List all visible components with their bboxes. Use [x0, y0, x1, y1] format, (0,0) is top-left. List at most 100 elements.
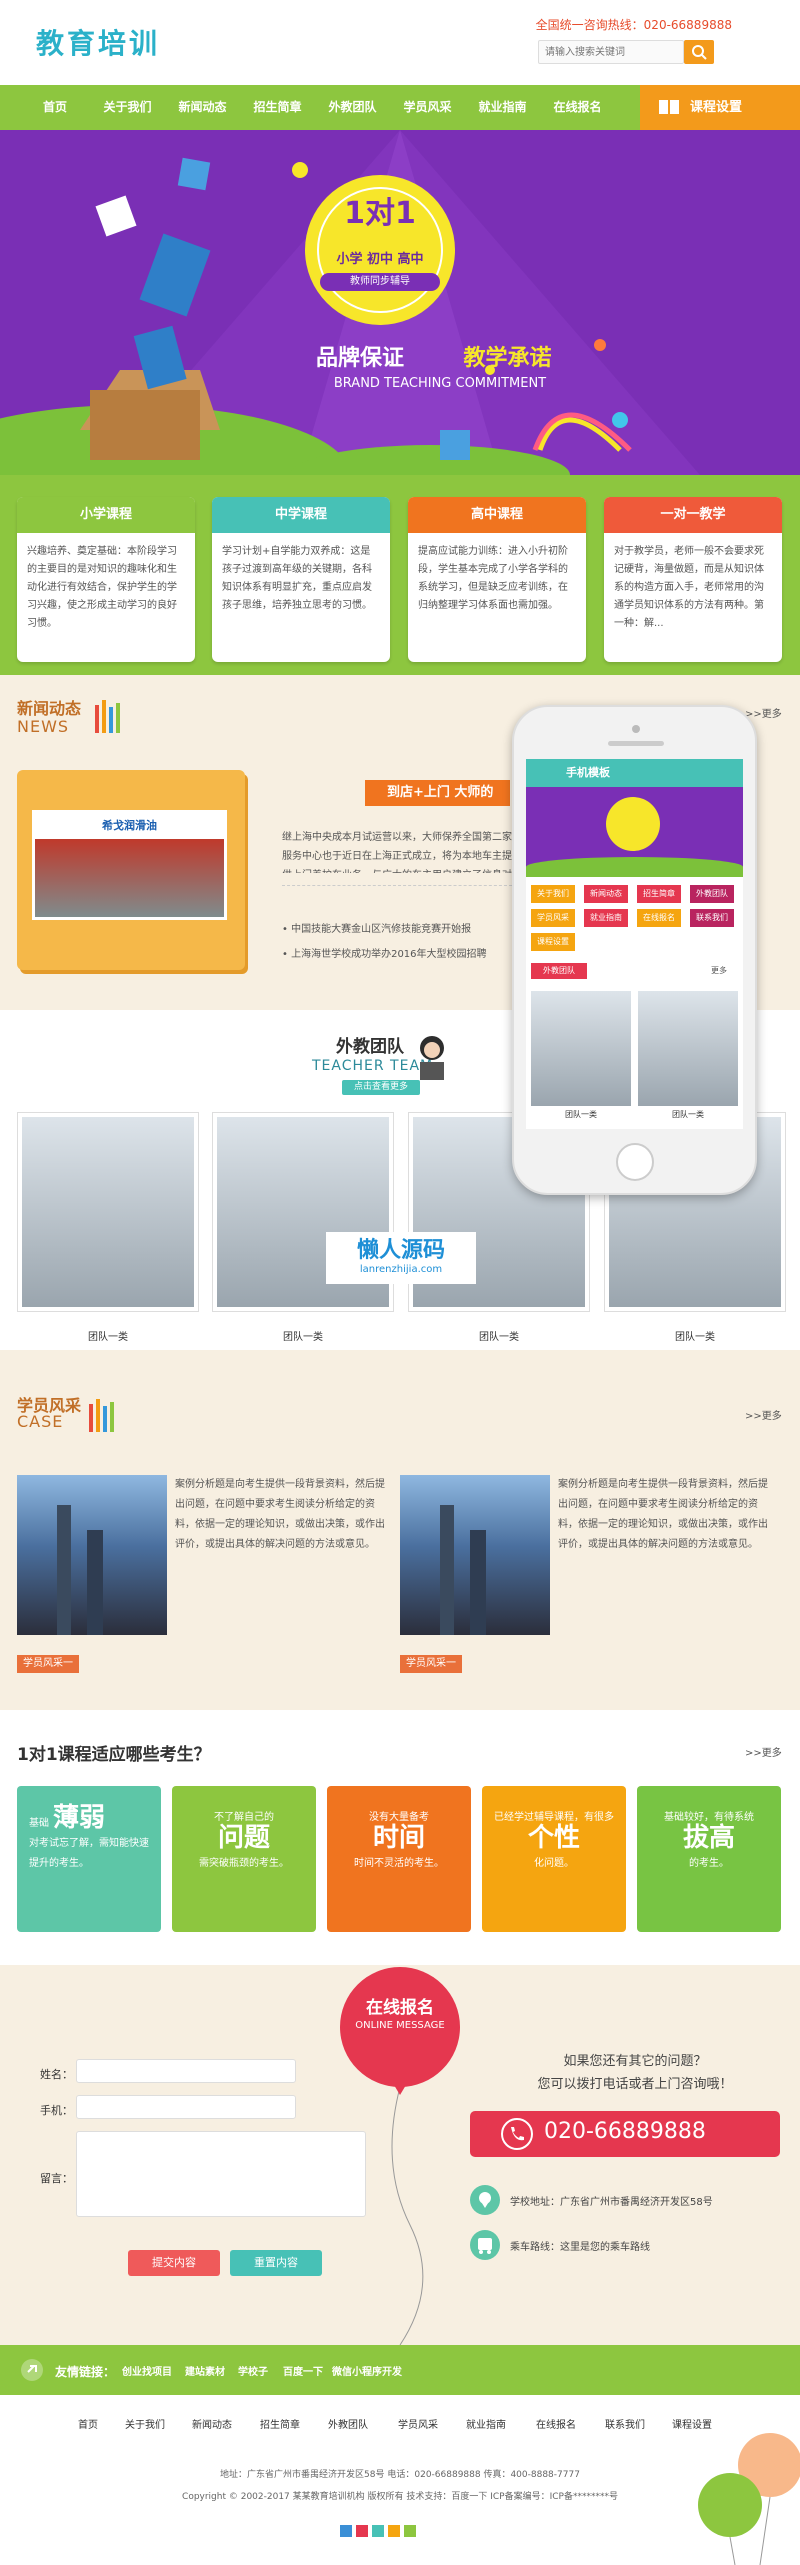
phone-banner [526, 787, 743, 877]
cases-more-link[interactable]: >>更多 [745, 1407, 782, 1422]
suitable-pre: 没有大量备考 [369, 1812, 429, 1823]
phone-menu-item[interactable]: 就业指南 [584, 909, 628, 927]
suitable-post: 对考试忘了解，需知能快速提升的考生。 [29, 1838, 149, 1869]
phone-teacher-photo[interactable] [638, 991, 738, 1106]
footer-nav-item[interactable]: 新闻动态 [192, 2416, 232, 2431]
hero-banner[interactable]: 1对1 小学 初中 高中 教师同步辅导 品牌保证 教学承诺 BRAND TEAC… [0, 130, 800, 475]
phone-tab[interactable]: 外教团队 [531, 963, 587, 979]
phone-teacher-caption: 团队一类 [565, 1110, 597, 1119]
suitable-big: 问题 [217, 1823, 270, 1853]
cases-section: 学员风采 CASE >>更多 案例分析题是向考生提供一段背景资料，然后提出问题，… [0, 1350, 800, 1710]
suitable-post: 化问题。 [534, 1858, 574, 1869]
teacher-caption: 团队一类 [479, 1332, 519, 1343]
friend-link[interactable]: 学校子 [238, 2363, 268, 2378]
course-card-text: 提高应试能力训练：进入小升初阶段，学生基本完成了小学各学科的系统学习，但是缺乏应… [418, 546, 568, 611]
footer-nav-item[interactable]: 在线报名 [536, 2416, 576, 2431]
phone-teacher-photo[interactable] [531, 991, 631, 1106]
suitable-card[interactable]: 基础 薄弱 对考试忘了解，需知能快速提升的考生。 [17, 1786, 161, 1932]
news-more-link[interactable]: >>更多 [745, 705, 782, 720]
friend-links-label: 友情链接： [55, 2365, 116, 2379]
news-photo-image [35, 839, 224, 917]
friend-link[interactable]: 创业找项目 [122, 2363, 172, 2378]
phone-screen: 手机模板 关于我们 新闻动态 招生简章 外教团队 学员风采 就业指南 在线报名 … [526, 759, 743, 1129]
footer-nav-item[interactable]: 关于我们 [125, 2416, 165, 2431]
case-text: 案例分析题是向考生提供一段背景资料，然后提出问题，在问题中要求考生阅读分析给定的… [558, 1479, 768, 1550]
nav-course-settings[interactable]: 课程设置 [640, 85, 800, 130]
footer-share-icons[interactable] [340, 2525, 460, 2539]
news-list-item[interactable]: • 上海海世学校成功举办2016年大型校园招聘 [282, 945, 487, 960]
course-card[interactable]: 一对一教学 对于教学员，老师一般不会要求死记硬背，海量做题，而是从知识体系的构造… [604, 497, 782, 662]
course-card[interactable]: 中学课程 学习计划+自学能力双养成：这是孩子过渡到高年级的关键期，各科知识体系有… [212, 497, 390, 662]
site-header: 教育培训 全国统一咨询热线：020-66889888 [0, 0, 800, 85]
news-featured-title[interactable]: 到店+上门 大师的 [365, 780, 510, 806]
phone-menu-item[interactable]: 联系我们 [690, 909, 734, 927]
nav-about[interactable]: 关于我们 [90, 85, 165, 130]
case-tag[interactable]: 学员风采一 [400, 1655, 462, 1673]
name-field[interactable] [76, 2059, 296, 2083]
phone-mockup: 手机模板 关于我们 新闻动态 招生简章 外教团队 学员风采 就业指南 在线报名 … [512, 705, 757, 1195]
teacher-caption: 团队一类 [675, 1332, 715, 1343]
phone-field[interactable] [76, 2095, 296, 2119]
phone-call-button[interactable]: 020-66889888 [470, 2111, 780, 2157]
suitable-section: 1对1课程适应哪些考生？ >>更多 基础 薄弱 对考试忘了解，需知能快速提升的考生。… [0, 1710, 800, 1965]
footer-nav-item[interactable]: 外教团队 [328, 2416, 368, 2431]
message-textarea[interactable] [76, 2131, 366, 2217]
search-input[interactable] [538, 40, 684, 64]
friend-link[interactable]: 微信小程序开发 [332, 2363, 402, 2378]
message-section: 在线报名 ONLINE MESSAGE 姓名： 手机： 留言： 提交内容 重置内… [0, 1965, 800, 2345]
footer-nav-item[interactable]: 首页 [78, 2416, 98, 2431]
phone-menu-item[interactable]: 课程设置 [531, 933, 575, 951]
nav-students[interactable]: 学员风采 [390, 85, 465, 130]
phone-menu-item[interactable]: 新闻动态 [584, 885, 628, 903]
footer-nav-item[interactable]: 就业指南 [466, 2416, 506, 2431]
teacher-card[interactable] [17, 1112, 199, 1312]
suitable-card[interactable]: 不了解自己的 问题 需突破瓶颈的考生。 [172, 1786, 316, 1932]
watermark-text: 懒人源码 [356, 1238, 445, 1263]
reset-button[interactable]: 重置内容 [230, 2250, 322, 2276]
nav-news[interactable]: 新闻动态 [165, 85, 240, 130]
phone-menu-item[interactable]: 在线报名 [637, 909, 681, 927]
suitable-card[interactable]: 已经学过辅导课程，有很多 个性 化问题。 [482, 1786, 626, 1932]
suitable-card[interactable]: 没有大量备考 时间 时间不灵活的考生。 [327, 1786, 471, 1932]
footer-nav-item[interactable]: 招生简章 [260, 2416, 300, 2431]
course-card-text: 兴趣培养、奠定基础：本阶段学习的主要目的是对知识的趣味化和生动化进行有效结合，保… [27, 546, 177, 629]
suitable-post: 时间不灵活的考生。 [354, 1858, 444, 1869]
nav-jobs[interactable]: 就业指南 [465, 85, 540, 130]
nav-teachers[interactable]: 外教团队 [315, 85, 390, 130]
teachers-more-button[interactable]: 点击查看更多 [342, 1080, 421, 1095]
teacher-caption: 团队一类 [283, 1332, 323, 1343]
footer-nav-item[interactable]: 学员风采 [398, 2416, 438, 2431]
news-photo[interactable]: 希戈润滑油 [32, 810, 227, 920]
nav-enroll[interactable]: 招生简章 [240, 85, 315, 130]
course-card[interactable]: 小学课程 兴趣培养、奠定基础：本阶段学习的主要目的是对知识的趣味化和生动化进行有… [17, 497, 195, 662]
search-button[interactable] [684, 40, 714, 64]
course-card[interactable]: 高中课程 提高应试能力训练：进入小升初阶段，学生基本完成了小学各学科的系统学习，… [408, 497, 586, 662]
friend-link[interactable]: 建站素材 [185, 2363, 225, 2378]
nav-home[interactable]: 首页 [20, 85, 90, 130]
suitable-card[interactable]: 基础较好，有待系统 拔高 的考生。 [637, 1786, 781, 1932]
course-card-title: 一对一教学 [604, 497, 782, 533]
phone-menu-item[interactable]: 学员风采 [531, 909, 575, 927]
phone-menu-item[interactable]: 招生简章 [637, 885, 681, 903]
case-photo[interactable] [17, 1475, 167, 1635]
friend-link[interactable]: 百度一下 [283, 2363, 323, 2378]
phone-label: 手机： [40, 2104, 73, 2117]
nav-signup[interactable]: 在线报名 [540, 85, 615, 130]
banner-big: 1对1 [344, 196, 416, 231]
courses-section: 小学课程 兴趣培养、奠定基础：本阶段学习的主要目的是对知识的趣味化和生动化进行有… [0, 475, 800, 675]
phone-icon [501, 2118, 533, 2150]
site-logo[interactable]: 教育培训 [36, 22, 160, 62]
suitable-more-link[interactable]: >>更多 [745, 1744, 782, 1759]
suitable-post: 需突破瓶颈的考生。 [199, 1858, 289, 1869]
suitable-big: 拔高 [682, 1823, 735, 1853]
phone-number: 020-66889888 [544, 2119, 706, 2144]
case-photo[interactable] [400, 1475, 550, 1635]
phone-menu-item[interactable]: 外教团队 [690, 885, 734, 903]
phone-more-link[interactable]: 更多 [711, 965, 727, 976]
course-card-title: 中学课程 [212, 497, 390, 533]
submit-button[interactable]: 提交内容 [128, 2250, 220, 2276]
footer-nav-item[interactable]: 联系我们 [605, 2416, 645, 2431]
case-tag[interactable]: 学员风采一 [17, 1655, 79, 1673]
phone-menu-item[interactable]: 关于我们 [531, 885, 575, 903]
news-list-item[interactable]: • 中国技能大赛金山区汽修技能竞赛开始报 [282, 920, 471, 935]
